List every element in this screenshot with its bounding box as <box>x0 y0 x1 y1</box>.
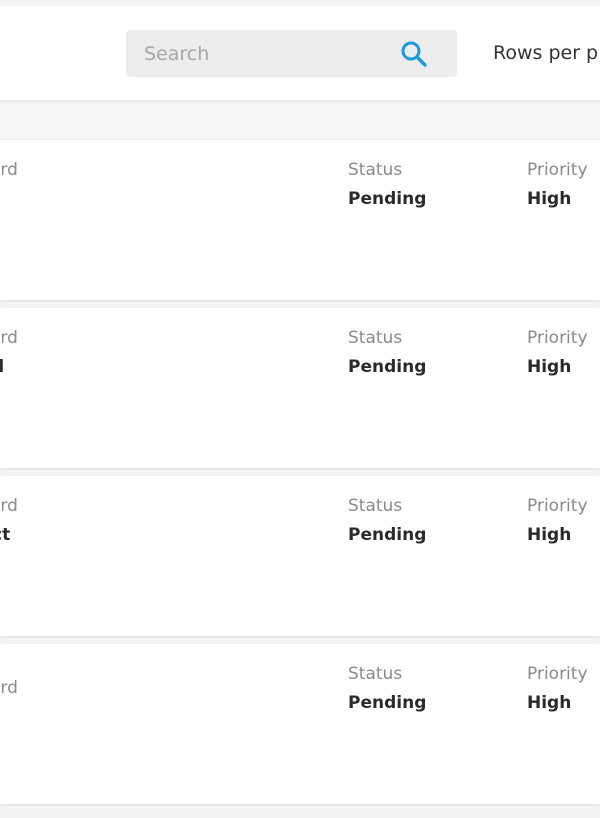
status-value: Pending <box>348 357 427 377</box>
priority-label: Priority <box>527 496 588 516</box>
search-box <box>126 30 457 77</box>
priority-label: Priority <box>527 328 588 348</box>
status-value: Pending <box>348 525 427 545</box>
priority-label: Priority <box>527 160 588 180</box>
list-item[interactable]: ord Status Pending Priority High <box>0 644 600 804</box>
list-subheader <box>0 104 600 139</box>
record-field-label: ord <box>0 160 18 180</box>
search-input[interactable] <box>126 30 386 77</box>
status-label: Status <box>348 496 403 516</box>
list-item[interactable]: ord ct Status Pending Priority High <box>0 476 600 636</box>
status-value: Pending <box>348 693 427 713</box>
search-icon[interactable] <box>400 40 428 68</box>
status-label: Status <box>348 328 403 348</box>
priority-value: High <box>527 693 572 713</box>
priority-label: Priority <box>527 664 588 684</box>
priority-value: High <box>527 357 572 377</box>
status-label: Status <box>348 664 403 684</box>
record-field-value: d <box>0 357 4 377</box>
record-field-label: ord <box>0 328 18 348</box>
rows-per-page-label[interactable]: Rows per p <box>493 42 598 64</box>
list-item[interactable]: ord Status Pending Priority High <box>0 140 600 300</box>
status-value: Pending <box>348 189 427 209</box>
record-field-value: ct <box>0 525 11 545</box>
record-field-label: ord <box>0 496 18 516</box>
record-list-page: Rows per p ord Status Pending Priority H… <box>0 0 600 818</box>
priority-value: High <box>527 189 572 209</box>
toolbar: Rows per p <box>0 6 600 100</box>
list-item[interactable]: ord d Status Pending Priority High <box>0 308 600 468</box>
priority-value: High <box>527 525 572 545</box>
status-label: Status <box>348 160 403 180</box>
record-field-value: ord <box>0 678 18 698</box>
